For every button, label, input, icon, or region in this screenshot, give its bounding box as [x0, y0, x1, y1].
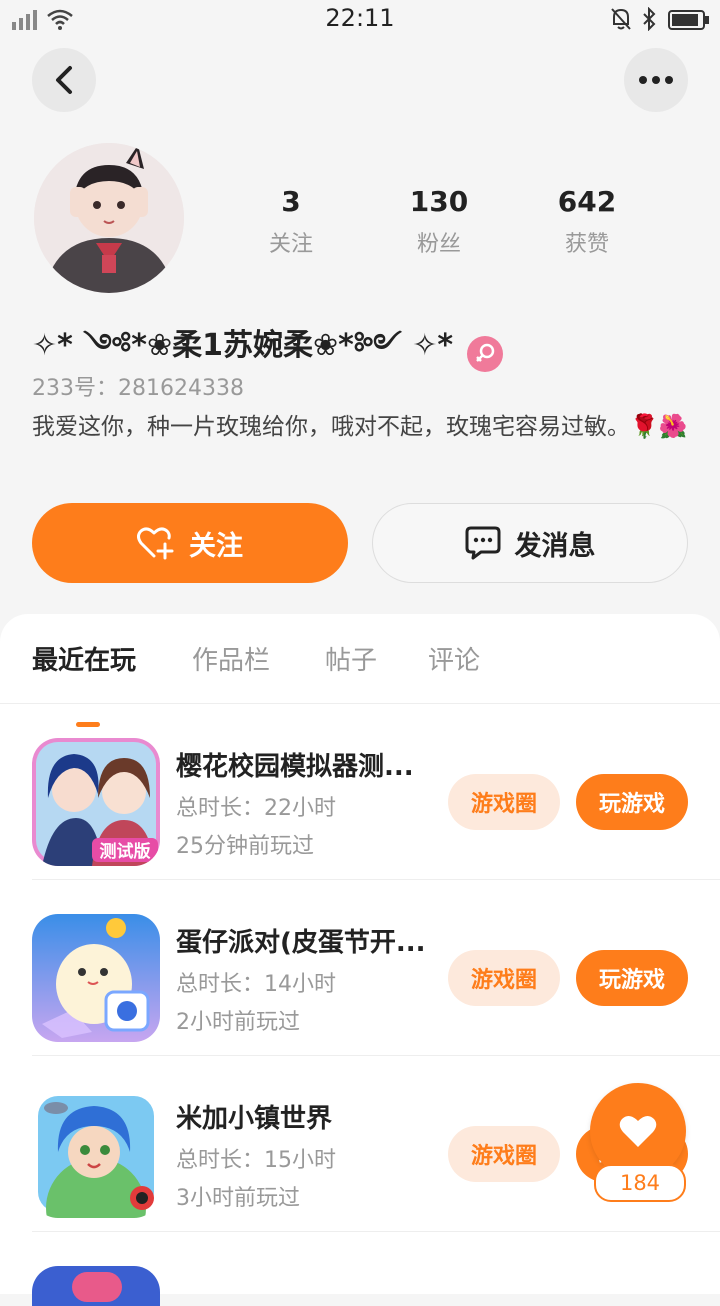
play-game-button[interactable]: 玩游戏: [576, 774, 688, 830]
game-title: 米加小镇世界: [176, 1104, 333, 1134]
mute-bell-icon: [611, 8, 631, 30]
battery-icon: [668, 10, 709, 30]
game-icon-badge: 测试版: [100, 841, 151, 862]
game-circle-button[interactable]: 游戏圈: [448, 1126, 560, 1182]
game-row[interactable]: 测试版 樱花校园模拟器测... 总时长：22小时 25分钟前玩过 游戏圈 玩游戏: [0, 704, 720, 880]
stat-value: 642: [557, 185, 617, 218]
tab-recently-played[interactable]: 最近在玩: [32, 640, 136, 677]
game-duration: 总时长：15小时: [176, 1148, 336, 1173]
play-game-button[interactable]: 玩游戏: [576, 950, 688, 1006]
bio: 我爱这你，种一片玫瑰给你，哦对不起，玫瑰宅容易过敏。🌹🌺: [32, 414, 688, 440]
game-icon-sakura-school[interactable]: 测试版: [32, 738, 160, 866]
game-last-played: 2小时前玩过: [176, 1010, 300, 1035]
more-button[interactable]: [624, 48, 688, 112]
status-bar: 22:11: [0, 0, 720, 40]
game-title: 樱花校园模拟器测...: [176, 752, 414, 782]
avatar[interactable]: [34, 143, 184, 293]
stat-value: 3: [281, 185, 301, 218]
tab-posts[interactable]: 帖子: [325, 640, 377, 677]
stat-followers[interactable]: 130 粉丝: [369, 186, 509, 258]
stat-label: 粉丝: [416, 232, 461, 257]
follow-label: 关注: [189, 530, 243, 562]
tab-works[interactable]: 作品栏: [192, 640, 270, 677]
game-last-played: 3小时前玩过: [176, 1186, 300, 1211]
like-count: 184: [594, 1164, 686, 1202]
game-icon-eggy-party[interactable]: [32, 914, 160, 1042]
game-icon-miga-town[interactable]: [32, 1090, 160, 1218]
message-button[interactable]: 发消息: [372, 503, 688, 583]
game-icon[interactable]: [32, 1266, 160, 1306]
female-gender-icon: [467, 336, 504, 372]
bluetooth-icon: [643, 7, 656, 31]
game-circle-button[interactable]: 游戏圈: [448, 774, 560, 830]
chat-bubble-icon: [465, 526, 501, 560]
game-row[interactable]: 蛋仔派对(皮蛋节开... 总时长：14小时 2小时前玩过 游戏圈 玩游戏: [0, 880, 720, 1056]
stat-label: 获赞: [564, 232, 609, 257]
stat-following[interactable]: 3 关注: [221, 186, 361, 258]
message-label: 发消息: [514, 530, 596, 562]
stat-likes[interactable]: 642 获赞: [517, 186, 657, 258]
stat-label: 关注: [268, 232, 313, 257]
heart-icon: [619, 1115, 657, 1147]
user-id: 233号：281624338: [32, 376, 244, 401]
heart-plus-icon: [137, 526, 175, 560]
game-last-played: 25分钟前玩过: [176, 834, 314, 859]
follow-button[interactable]: 关注: [32, 503, 348, 583]
game-title: 蛋仔派对(皮蛋节开...: [176, 928, 426, 958]
tab-comments[interactable]: 评论: [428, 640, 480, 677]
back-button[interactable]: [32, 48, 96, 112]
stat-value: 130: [409, 185, 469, 218]
more-dots-icon: [639, 76, 673, 84]
game-circle-button[interactable]: 游戏圈: [448, 950, 560, 1006]
game-duration: 总时长：22小时: [176, 796, 336, 821]
tab-bar: 最近在玩 作品栏 帖子 评论: [0, 640, 720, 727]
divider: [32, 1231, 720, 1232]
chevron-left-icon: [56, 66, 72, 94]
game-duration: 总时长：14小时: [176, 972, 336, 997]
